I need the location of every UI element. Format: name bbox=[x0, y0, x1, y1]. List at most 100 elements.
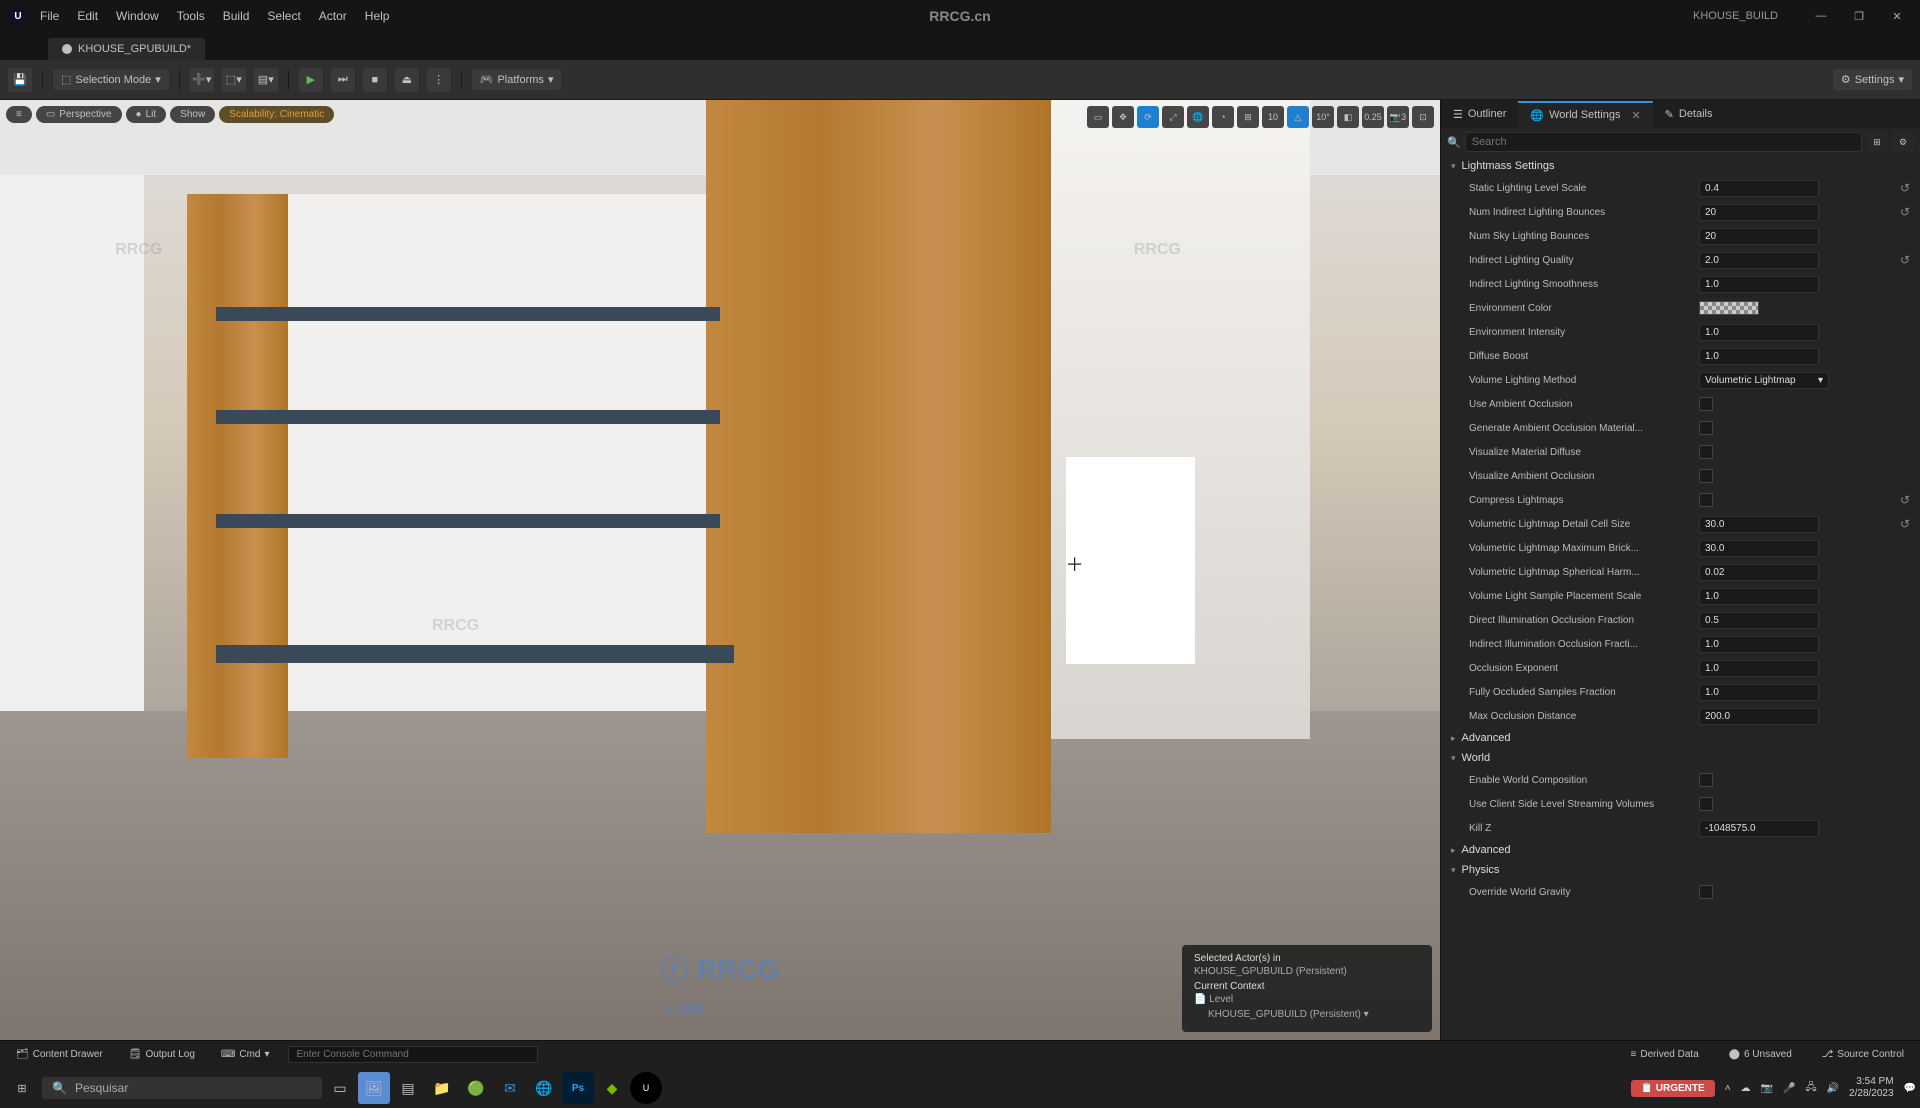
browser-icon[interactable]: 🌐 bbox=[528, 1072, 560, 1104]
skip-button[interactable]: ⏭ bbox=[331, 68, 355, 92]
save-button[interactable]: 💾 bbox=[8, 68, 32, 92]
perspective-button[interactable]: ▭Perspective bbox=[36, 106, 122, 123]
scalability-button[interactable]: Scalability: Cinematic bbox=[219, 106, 334, 123]
maximize-button[interactable]: ❐ bbox=[1844, 6, 1874, 26]
add-content-button[interactable]: ➕▾ bbox=[190, 68, 214, 92]
checkbox[interactable] bbox=[1699, 885, 1713, 899]
tray-camera-icon[interactable]: 📷 bbox=[1761, 1083, 1773, 1094]
play-options-button[interactable]: ⋮ bbox=[427, 68, 451, 92]
category-advanced-2[interactable]: Advanced bbox=[1441, 840, 1920, 860]
ue-logo[interactable]: U bbox=[8, 6, 28, 26]
value-input[interactable] bbox=[1699, 636, 1819, 653]
value-input[interactable] bbox=[1699, 708, 1819, 725]
world-local-toggle[interactable]: 🌐 bbox=[1187, 106, 1209, 128]
close-button[interactable]: ✕ bbox=[1882, 6, 1912, 26]
minimize-button[interactable]: — bbox=[1806, 6, 1836, 26]
tray-mic-icon[interactable]: 🎤 bbox=[1783, 1083, 1795, 1094]
value-input[interactable] bbox=[1699, 684, 1819, 701]
grid-snap-toggle[interactable]: ⊞ bbox=[1237, 106, 1259, 128]
value-input[interactable] bbox=[1699, 204, 1819, 221]
chrome-icon[interactable]: 🟢 bbox=[460, 1072, 492, 1104]
selection-mode-button[interactable]: ⬚Selection Mode▾ bbox=[53, 69, 169, 90]
tray-notifications-icon[interactable]: 💬 bbox=[1904, 1083, 1916, 1094]
start-button[interactable]: ⊞ bbox=[4, 1072, 40, 1104]
menu-window[interactable]: Window bbox=[116, 9, 159, 23]
angle-snap-toggle[interactable]: △ bbox=[1287, 106, 1309, 128]
lit-button[interactable]: ●Lit bbox=[126, 106, 167, 123]
checkbox[interactable] bbox=[1699, 421, 1713, 435]
reset-icon[interactable]: ↺ bbox=[1900, 517, 1910, 531]
tab-details[interactable]: ✎ Details bbox=[1653, 102, 1725, 127]
close-icon[interactable]: ✕ bbox=[1631, 109, 1640, 122]
blueprint-button[interactable]: ⬚▾ bbox=[222, 68, 246, 92]
menu-actor[interactable]: Actor bbox=[319, 9, 347, 23]
surface-snap-toggle[interactable]: ◔ bbox=[1212, 106, 1234, 128]
value-input[interactable] bbox=[1699, 820, 1819, 837]
scale-snap-toggle[interactable]: ◧ bbox=[1337, 106, 1359, 128]
output-log-button[interactable]: 🗒 Output Log bbox=[121, 1046, 203, 1063]
category-world[interactable]: World bbox=[1441, 748, 1920, 768]
value-input[interactable] bbox=[1699, 588, 1819, 605]
value-input[interactable] bbox=[1699, 228, 1819, 245]
viewport-menu-button[interactable]: ≡ bbox=[6, 106, 32, 123]
checkbox[interactable] bbox=[1699, 797, 1713, 811]
mail-icon[interactable]: ✉ bbox=[494, 1072, 526, 1104]
eject-button[interactable]: ⏏ bbox=[395, 68, 419, 92]
checkbox[interactable] bbox=[1699, 773, 1713, 787]
app-2[interactable]: ▤ bbox=[392, 1072, 424, 1104]
unreal-icon[interactable]: U bbox=[630, 1072, 662, 1104]
value-input[interactable] bbox=[1699, 180, 1819, 197]
scale-tool[interactable]: ⤢ bbox=[1162, 106, 1184, 128]
value-input[interactable] bbox=[1699, 612, 1819, 629]
settings-button[interactable]: ⚙Settings▾ bbox=[1833, 69, 1912, 90]
tray-network-icon[interactable]: 🖧 bbox=[1805, 1080, 1816, 1097]
taskview-icon[interactable]: ▭ bbox=[324, 1072, 356, 1104]
reset-icon[interactable]: ↺ bbox=[1900, 493, 1910, 507]
unsaved-button[interactable]: ⬤ 6 Unsaved bbox=[1721, 1046, 1800, 1063]
translate-tool[interactable]: ✥ bbox=[1112, 106, 1134, 128]
grid-snap-value[interactable]: 10 bbox=[1262, 106, 1284, 128]
platforms-button[interactable]: 🎮Platforms▾ bbox=[472, 69, 562, 90]
source-control-button[interactable]: ⎇ Source Control bbox=[1814, 1046, 1912, 1063]
filter-button[interactable]: ⊞ bbox=[1866, 131, 1888, 153]
value-input[interactable] bbox=[1699, 516, 1819, 533]
checkbox[interactable] bbox=[1699, 493, 1713, 507]
stop-button[interactable]: ■ bbox=[363, 68, 387, 92]
reset-icon[interactable]: ↺ bbox=[1900, 205, 1910, 219]
show-button[interactable]: Show bbox=[170, 106, 215, 123]
property-list[interactable]: Lightmass Settings Static Lighting Level… bbox=[1441, 156, 1920, 1040]
search-input[interactable] bbox=[1465, 132, 1862, 152]
checkbox[interactable] bbox=[1699, 397, 1713, 411]
viewport[interactable]: ＋ RRCG RRCG RRCG ⓡ RRCG人人素材 ≡ ▭Perspecti… bbox=[0, 100, 1440, 1040]
settings-gear-button[interactable]: ⚙ bbox=[1892, 131, 1914, 153]
tab-outliner[interactable]: ☰ Outliner bbox=[1441, 102, 1518, 127]
value-input[interactable] bbox=[1699, 660, 1819, 677]
menu-edit[interactable]: Edit bbox=[77, 9, 98, 23]
cmd-dropdown[interactable]: ⌨ Cmd ▾ bbox=[213, 1046, 278, 1063]
tray-volume-icon[interactable]: 🔊 bbox=[1827, 1083, 1839, 1094]
category-physics[interactable]: Physics bbox=[1441, 860, 1920, 880]
app-1[interactable]: 🖼 bbox=[358, 1072, 390, 1104]
value-input[interactable] bbox=[1699, 252, 1819, 269]
urgente-badge[interactable]: 📋 URGENTE bbox=[1631, 1080, 1715, 1097]
dropdown[interactable]: Volumetric Lightmap▾ bbox=[1699, 372, 1829, 389]
level-tab[interactable]: KHOUSE_GPUBUILD* bbox=[48, 38, 205, 60]
checkbox[interactable] bbox=[1699, 445, 1713, 459]
play-button[interactable]: ▶ bbox=[299, 68, 323, 92]
menu-tools[interactable]: Tools bbox=[177, 9, 205, 23]
derived-data-button[interactable]: ≡ Derived Data bbox=[1623, 1046, 1707, 1063]
value-input[interactable] bbox=[1699, 324, 1819, 341]
scale-snap-value[interactable]: 0.25 bbox=[1362, 106, 1384, 128]
value-input[interactable] bbox=[1699, 276, 1819, 293]
color-swatch[interactable] bbox=[1699, 301, 1759, 315]
value-input[interactable] bbox=[1699, 564, 1819, 581]
context-line5[interactable]: KHOUSE_GPUBUILD (Persistent) ▾ bbox=[1194, 1009, 1420, 1020]
photoshop-icon[interactable]: Ps bbox=[562, 1072, 594, 1104]
category-advanced-1[interactable]: Advanced bbox=[1441, 728, 1920, 748]
camera-speed[interactable]: 📷3 bbox=[1387, 106, 1409, 128]
menu-file[interactable]: File bbox=[40, 9, 59, 23]
value-input[interactable] bbox=[1699, 348, 1819, 365]
category-lightmass[interactable]: Lightmass Settings bbox=[1441, 156, 1920, 176]
context-line4[interactable]: 📄 Level bbox=[1194, 994, 1420, 1005]
select-tool[interactable]: ▭ bbox=[1087, 106, 1109, 128]
